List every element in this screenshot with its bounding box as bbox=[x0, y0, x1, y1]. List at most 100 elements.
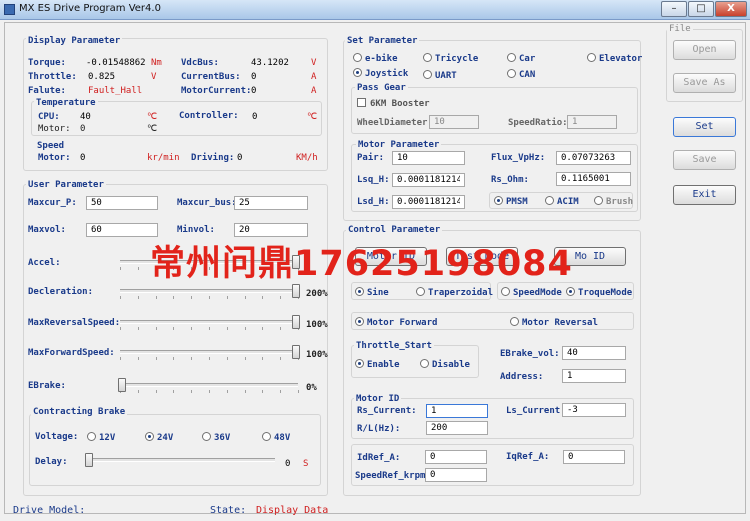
vehicle-radio-elevator[interactable]: Elevator bbox=[587, 53, 642, 64]
ebrake-tick bbox=[226, 390, 228, 393]
state-value: Display Data bbox=[256, 505, 329, 516]
ebrake-vol-input[interactable] bbox=[562, 346, 626, 360]
decleration-slider-thumb[interactable] bbox=[292, 284, 300, 298]
mode-radio-troquemode[interactable]: TroqueMode bbox=[566, 287, 632, 298]
motor-id-title: Motor ID bbox=[354, 394, 402, 404]
rl-input[interactable] bbox=[426, 421, 488, 435]
address-input[interactable] bbox=[562, 369, 626, 383]
lsq-label: Lsq_H: bbox=[357, 175, 390, 185]
maximize-button[interactable]: □ bbox=[688, 1, 714, 17]
voltage-radio-36v[interactable]: 36V bbox=[202, 432, 230, 443]
flux-input[interactable] bbox=[556, 151, 631, 165]
radio-icon bbox=[587, 53, 596, 62]
radio-icon bbox=[416, 287, 425, 296]
exit-button[interactable]: Exit bbox=[673, 185, 736, 205]
wave-radio-traperzoidal-label: Traperzoidal bbox=[428, 288, 494, 298]
ebrake-slider[interactable] bbox=[118, 378, 299, 393]
delay-slider-thumb[interactable] bbox=[85, 453, 93, 467]
decleration-tick bbox=[280, 296, 282, 299]
open-button[interactable]: Open bbox=[673, 40, 736, 60]
wave-radio-sine[interactable]: Sine bbox=[355, 287, 389, 298]
max-forward-speed-slider-thumb[interactable] bbox=[292, 345, 300, 359]
maxvol-input[interactable] bbox=[86, 223, 158, 237]
pass-gear-title: Pass Gear bbox=[355, 83, 408, 93]
radio-icon bbox=[202, 432, 211, 441]
title-bar[interactable]: MX ES Drive Program Ver4.0 – □ X bbox=[0, 0, 750, 20]
torque-unit: Nm bbox=[151, 58, 162, 68]
set-parameter-title: Set Parameter bbox=[345, 36, 420, 46]
torque-label: Torque: bbox=[28, 58, 66, 68]
pair-label: Pair: bbox=[357, 153, 385, 163]
decleration-tick bbox=[244, 296, 246, 299]
address-label: Address: bbox=[500, 372, 544, 382]
lsq-input[interactable] bbox=[392, 173, 465, 187]
delay-label: Delay: bbox=[35, 457, 68, 467]
ls-current-label: Ls_Current: bbox=[506, 406, 566, 416]
lsd-input[interactable] bbox=[392, 195, 465, 209]
decleration-tick bbox=[226, 296, 228, 299]
throttle-start-title: Throttle_Start bbox=[354, 341, 434, 351]
controller-temp-unit: ℃ bbox=[307, 112, 318, 122]
vdcbus-value: 43.1202 bbox=[251, 58, 289, 68]
voltage-radio-12v[interactable]: 12V bbox=[87, 432, 115, 443]
decleration-tick bbox=[120, 296, 121, 299]
save-button[interactable]: Save bbox=[673, 150, 736, 170]
direction-radio-forward[interactable]: Motor Forward bbox=[355, 317, 437, 328]
vehicle-radio-car[interactable]: Car bbox=[507, 53, 535, 64]
radio-icon bbox=[494, 196, 503, 205]
ls-current-input[interactable] bbox=[562, 403, 626, 417]
currentbus-unit: A bbox=[311, 72, 317, 82]
max-forward-speed-tick bbox=[262, 357, 264, 360]
max-reversal-speed-slider-thumb[interactable] bbox=[292, 315, 300, 329]
decleration-tick bbox=[173, 296, 175, 299]
wave-radio-traperzoidal[interactable]: Traperzoidal bbox=[416, 287, 493, 298]
voltage-radio-24v[interactable]: 24V bbox=[145, 432, 173, 443]
ebrake-slider-thumb[interactable] bbox=[118, 378, 126, 392]
max-reversal-speed-slider[interactable] bbox=[120, 315, 300, 330]
iqref-input[interactable] bbox=[563, 450, 625, 464]
idref-input[interactable] bbox=[425, 450, 487, 464]
set-button[interactable]: Set bbox=[673, 117, 736, 137]
delay-slider[interactable] bbox=[85, 453, 275, 467]
booster-checkbox[interactable]: 6KM Booster bbox=[357, 98, 430, 109]
user-parameter-title: User Parameter bbox=[26, 180, 106, 190]
rs-input[interactable] bbox=[556, 172, 631, 186]
close-button[interactable]: X bbox=[715, 1, 747, 17]
driving-speed-unit: KM/h bbox=[296, 153, 318, 163]
max-forward-speed-slider[interactable] bbox=[120, 345, 300, 360]
motor-speed-unit: kr/min bbox=[147, 153, 180, 163]
vehicle-radio-joystick-label: Joystick bbox=[365, 69, 409, 79]
vehicle-radio-uart[interactable]: UART bbox=[423, 70, 457, 81]
maxcur-bus-input[interactable] bbox=[234, 196, 308, 210]
max-forward-speed-tick bbox=[280, 357, 282, 360]
save-as-button[interactable]: Save As bbox=[673, 73, 736, 93]
vehicle-radio-ebike[interactable]: e-bike bbox=[353, 53, 398, 64]
direction-radio-reversal[interactable]: Motor Reversal bbox=[510, 317, 598, 328]
radio-icon bbox=[507, 53, 516, 62]
motorcurrent-unit: A bbox=[311, 86, 317, 96]
vehicle-radio-joystick[interactable]: Joystick bbox=[353, 68, 408, 79]
throttle-label: Throttle: bbox=[28, 72, 77, 82]
wheel-diameter-input[interactable] bbox=[429, 115, 479, 129]
motor-type-radio-acim[interactable]: ACIM bbox=[545, 196, 579, 207]
minimize-button[interactable]: – bbox=[661, 1, 687, 17]
flux-label: Flux_VpHz: bbox=[491, 153, 546, 163]
vehicle-radio-can[interactable]: CAN bbox=[507, 69, 535, 80]
motor-type-radio-pmsm[interactable]: PMSM bbox=[494, 196, 528, 207]
accel-tick bbox=[120, 267, 121, 270]
ebrake-tick bbox=[137, 390, 139, 393]
rs-current-input[interactable] bbox=[426, 404, 488, 418]
delay-value: 0 bbox=[285, 459, 291, 469]
driving-speed-value: 0 bbox=[237, 153, 243, 163]
speed-ratio-input[interactable] bbox=[567, 115, 617, 129]
voltage-radio-48v[interactable]: 48V bbox=[262, 432, 290, 443]
decleration-slider[interactable] bbox=[120, 284, 300, 299]
speedref-input[interactable] bbox=[425, 468, 487, 482]
pair-input[interactable] bbox=[392, 151, 465, 165]
speed-title: Speed bbox=[35, 141, 67, 151]
torque-value: -0.01548862 bbox=[86, 58, 146, 68]
motor-type-radio-brush[interactable]: Brush bbox=[594, 196, 633, 207]
mode-radio-speedmode[interactable]: SpeedMode bbox=[501, 287, 562, 298]
maxcur-p-input[interactable] bbox=[86, 196, 158, 210]
vehicle-radio-tricycle[interactable]: Tricycle bbox=[423, 53, 478, 64]
